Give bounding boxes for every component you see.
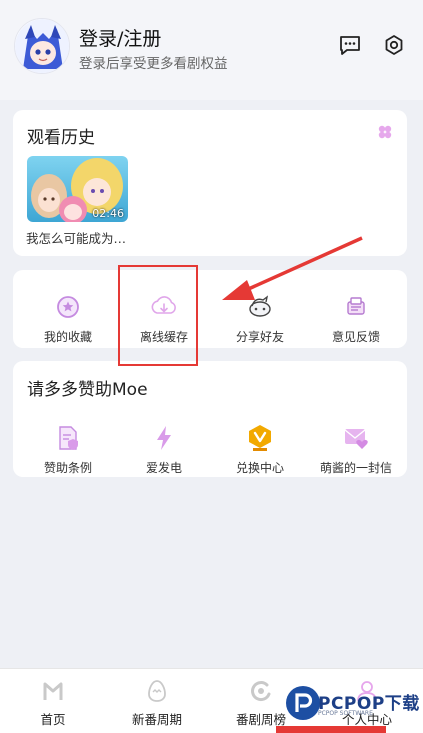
watermark: PCPOP下载 PCPOP SOFTWARE: [286, 686, 423, 726]
clover-icon[interactable]: [377, 124, 393, 140]
favorites-label: 我的收藏: [43, 330, 92, 344]
badge-icon: [245, 423, 275, 453]
avatar[interactable]: [14, 18, 70, 74]
tab-home-label: 首页: [40, 712, 66, 727]
home-icon: [41, 679, 65, 703]
watermark-sub: PCPOP SOFTWARE: [318, 710, 373, 717]
letter-button[interactable]: 萌酱的一封信: [307, 411, 405, 475]
favorites-icon: [53, 292, 83, 322]
active-tab-indicator: [276, 726, 386, 733]
login-subtitle: 登录后享受更多看剧权益: [79, 56, 228, 72]
afdian-label: 爱发电: [145, 461, 182, 475]
tools-card: 我的收藏 离线缓存 分享好友 意见反馈: [13, 270, 407, 348]
feedback-button[interactable]: 意见反馈: [307, 280, 405, 344]
tab-home[interactable]: 首页: [0, 669, 106, 733]
sponsor-rules-label: 赞助条例: [43, 461, 92, 475]
sponsor-title: 请多多赞助Moe: [27, 380, 148, 400]
sponsor-card: 请多多赞助Moe 赞助条例 爱发电 兑换中心 萌酱的一封信: [13, 361, 407, 477]
letter-heart-icon: [341, 423, 371, 453]
video-duration: 02:46: [92, 207, 124, 220]
history-title: 观看历史: [27, 128, 95, 148]
history-card: 观看历史 02:46 我怎么可能成为…: [13, 110, 407, 256]
history-thumbnail[interactable]: 02:46: [27, 156, 128, 222]
afdian-button[interactable]: 爱发电: [115, 411, 213, 475]
gear-icon[interactable]: [382, 33, 406, 57]
watermark-logo: [286, 686, 320, 720]
message-icon[interactable]: [338, 33, 362, 57]
profile-header: 登录/注册 登录后享受更多看剧权益: [0, 0, 423, 100]
share-friends-label: 分享好友: [235, 330, 284, 344]
share-friends-button[interactable]: 分享好友: [211, 280, 309, 344]
tab-new-season-label: 新番周期: [131, 712, 182, 727]
sponsor-rules-button[interactable]: 赞助条例: [19, 411, 117, 475]
redeem-center-label: 兑换中心: [235, 461, 284, 475]
document-shield-icon: [53, 423, 83, 453]
letter-label: 萌酱的一封信: [319, 461, 392, 475]
history-caption[interactable]: 我怎么可能成为…: [26, 228, 136, 247]
lightning-icon: [149, 423, 179, 453]
tab-new-season[interactable]: 新番周期: [104, 669, 210, 733]
feedback-label: 意见反馈: [331, 330, 380, 344]
feedback-icon: [341, 292, 371, 322]
redeem-center-button[interactable]: 兑换中心: [211, 411, 309, 475]
favorites-button[interactable]: 我的收藏: [19, 280, 117, 344]
share-icon: [245, 292, 275, 322]
ranking-icon: [249, 679, 273, 703]
egg-icon: [145, 679, 169, 703]
login-title[interactable]: 登录/注册: [79, 24, 161, 51]
annotation-highlight-box: [118, 265, 198, 366]
